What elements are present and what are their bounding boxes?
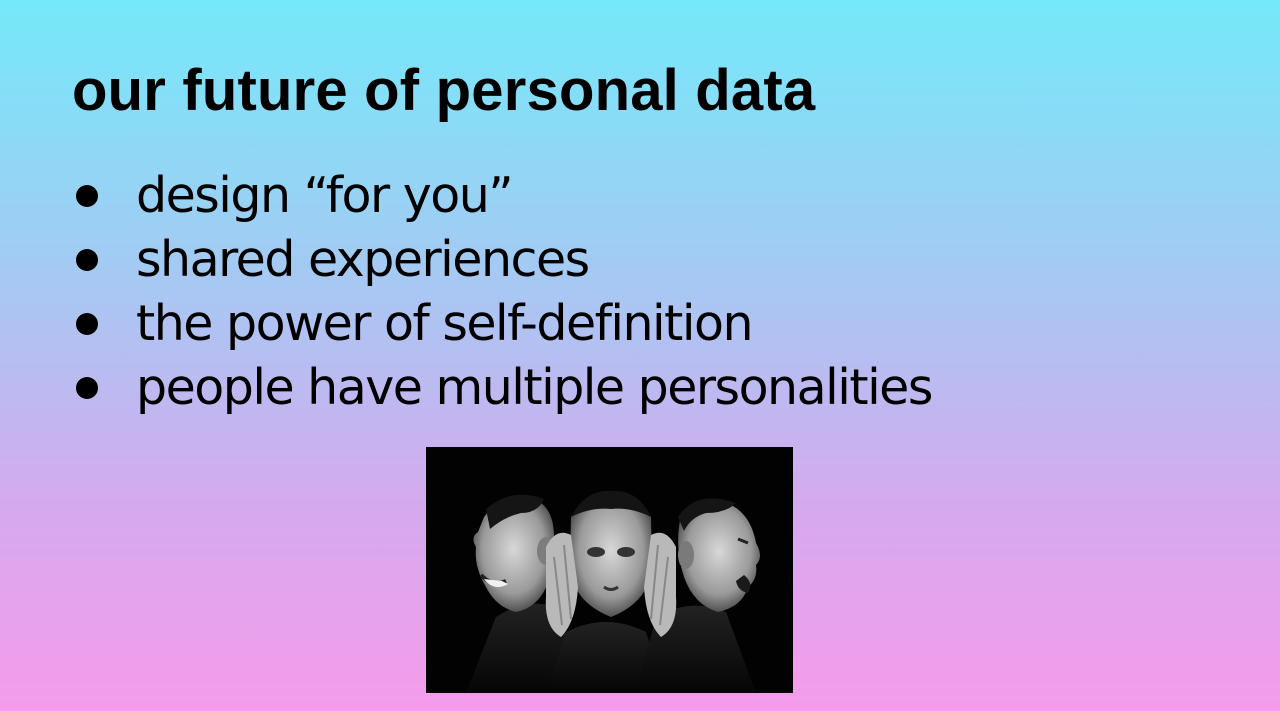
bullet-item: the power of self-definition: [70, 292, 932, 356]
faces-illustration: [426, 447, 793, 693]
bullet-dot-icon: [76, 249, 98, 271]
bullet-dot-icon: [76, 313, 98, 335]
bullet-item: shared experiences: [70, 228, 932, 292]
bullet-text: design “for you”: [136, 167, 514, 224]
slide-title: our future of personal data: [72, 58, 816, 123]
bullet-text: shared experiences: [136, 231, 590, 288]
bullet-dot-icon: [76, 377, 98, 399]
bullet-text: the power of self-definition: [136, 295, 754, 352]
bullet-item: design “for you”: [70, 164, 932, 228]
multiple-faces-photo: [426, 447, 793, 693]
presentation-slide: our future of personal data design “for …: [0, 0, 1280, 711]
bullet-list: design “for you” shared experiences the …: [70, 164, 933, 420]
bullet-dot-icon: [76, 185, 98, 207]
bullet-item: people have multiple personalities: [70, 356, 933, 420]
bullet-text: people have multiple personalities: [136, 359, 933, 416]
